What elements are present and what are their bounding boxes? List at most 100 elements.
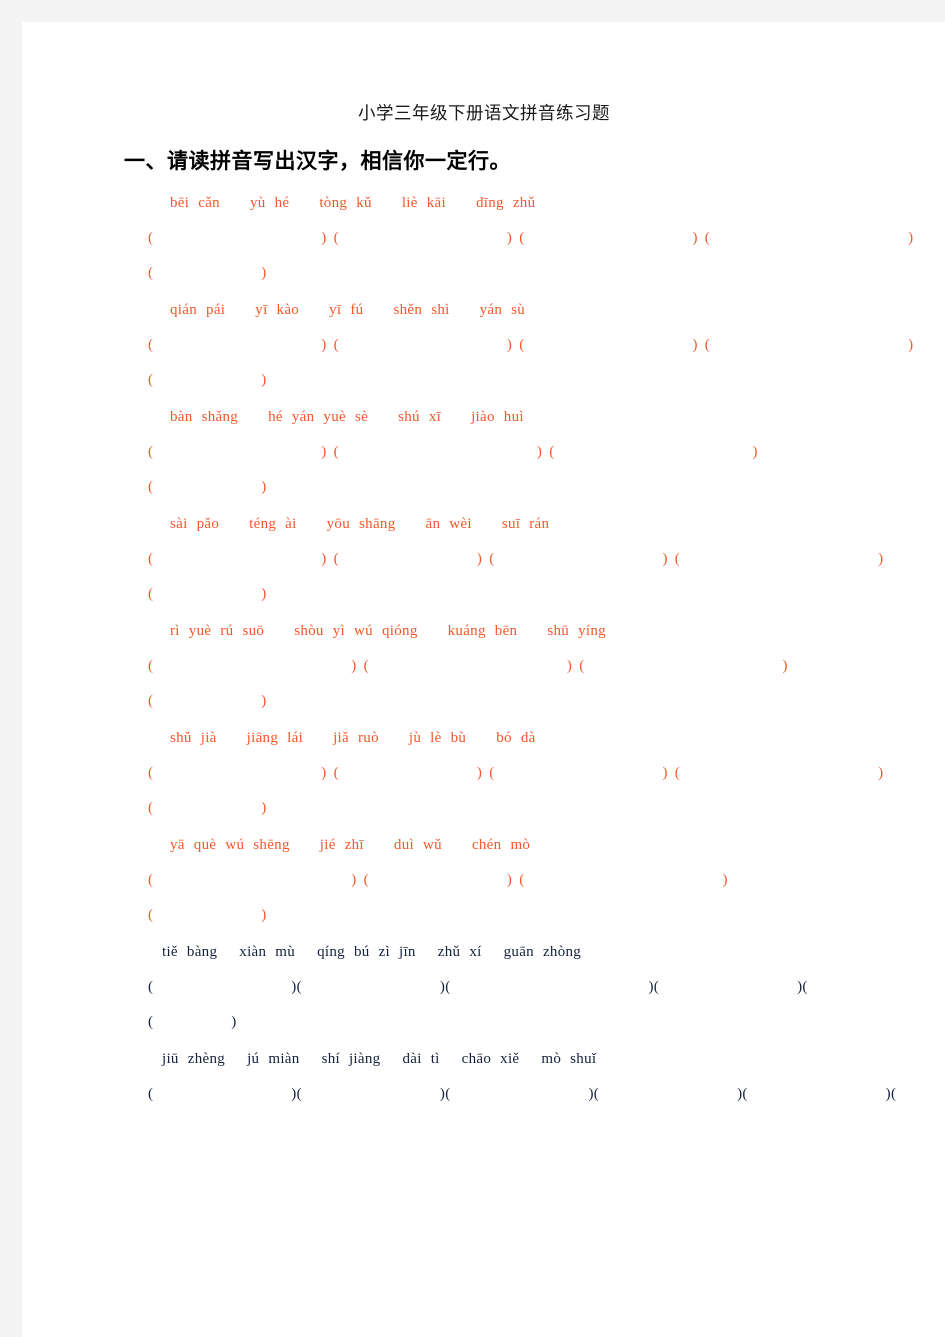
answer-blank[interactable]: () [148, 756, 327, 791]
bracket-close: ) [321, 444, 327, 460]
answer-blank[interactable]: () [148, 649, 357, 684]
bracket-open: ( [148, 586, 154, 602]
answer-blank[interactable]: () [148, 1077, 297, 1112]
answer-blank[interactable]: () [148, 1005, 237, 1040]
answer-blank[interactable]: () [334, 328, 513, 363]
answer-blank[interactable]: () [489, 542, 668, 577]
answer-row: ()()()()()() [148, 1077, 896, 1112]
answer-blank[interactable]: () [148, 577, 267, 612]
pinyin-word: ān wèi [426, 507, 472, 542]
pinyin-syllable: shí [321, 1051, 340, 1067]
answer-blank[interactable]: () [334, 756, 483, 791]
answer-blank[interactable]: () [334, 435, 543, 470]
pinyin-syllable: tòng [319, 195, 348, 211]
pinyin-word: jiào huì [471, 400, 524, 435]
pinyin-syllable: sè [354, 409, 369, 425]
bracket-close: ) [476, 551, 483, 567]
pinyin-syllable: sù [511, 302, 526, 318]
answer-blank[interactable]: () [148, 256, 267, 291]
answer-row: () [148, 577, 820, 612]
answer-blank[interactable]: () [148, 898, 267, 933]
pinyin-syllable: wú [354, 623, 373, 639]
answer-blank[interactable]: () [334, 221, 513, 256]
answer-blank[interactable]: () [675, 756, 884, 791]
section-heading: 一、请读拼音写出汉字，相信你一定行。 [124, 149, 511, 173]
bracket-close: ) [261, 800, 267, 816]
bracket-close: ) [506, 337, 513, 353]
bracket-open: ( [890, 1086, 897, 1102]
answer-row: () [148, 898, 820, 933]
bracket-close: ) [261, 372, 267, 388]
answer-blank[interactable]: () [705, 328, 914, 363]
answer-blank[interactable]: () [364, 649, 573, 684]
answer-blank[interactable]: () [148, 970, 297, 1005]
answer-blank[interactable]: () [148, 435, 327, 470]
bracket-close: ) [261, 479, 267, 495]
bracket-open: ( [445, 979, 451, 995]
pinyin-syllable: kǔ [356, 195, 372, 211]
pinyin-syllable: yuè [323, 409, 346, 425]
bracket-open: ( [148, 372, 154, 388]
answer-blank[interactable]: () [654, 970, 803, 1005]
pinyin-syllable: shòu [294, 623, 324, 639]
pinyin-word: zhǔ xí [438, 935, 482, 970]
answer-blank[interactable]: () [675, 542, 884, 577]
pinyin-row: yā què wú shēng jié zhī duì wǔ chén mò [148, 828, 820, 863]
answer-blank[interactable]: () [148, 328, 327, 363]
answer-blank[interactable]: () [489, 756, 668, 791]
pinyin-syllable: jú [247, 1051, 260, 1067]
bracket-open: ( [148, 693, 154, 709]
answer-blank[interactable]: () [148, 470, 267, 505]
answer-row: ()()()() [148, 756, 883, 791]
pinyin-word: téng ài [249, 507, 296, 542]
answer-blank[interactable]: () [519, 863, 728, 898]
pinyin-syllable: què [193, 837, 217, 853]
answer-blank[interactable]: () [297, 1077, 446, 1112]
pinyin-syllable: qián [170, 302, 198, 318]
pinyin-syllable: liè [401, 195, 418, 211]
answer-blank[interactable]: () [148, 863, 357, 898]
answer-blank[interactable]: () [519, 221, 698, 256]
answer-blank[interactable]: () [148, 363, 267, 398]
answer-blank[interactable]: () [549, 435, 758, 470]
bracket-open: ( [148, 872, 154, 888]
answer-blank[interactable]: () [742, 1077, 891, 1112]
pinyin-word: chén mò [472, 828, 530, 863]
answer-blank[interactable]: () [802, 970, 945, 1005]
bracket-close: ) [908, 337, 914, 353]
pinyin-word: shí jiàng [322, 1042, 381, 1077]
answer-blank[interactable]: () [148, 791, 267, 826]
answer-blank[interactable]: () [148, 221, 327, 256]
answer-blank[interactable]: () [891, 1077, 945, 1112]
page-gutter-top [0, 0, 945, 22]
pinyin-syllable: bàn [170, 409, 193, 425]
answer-row: ()()() [148, 649, 820, 684]
pinyin-syllable: bàng [186, 944, 218, 960]
pinyin-syllable: zhī [344, 837, 364, 853]
pinyin-word: jù lè bù [409, 721, 466, 756]
pinyin-syllable: shì [431, 302, 450, 318]
pinyin-word: liè kāi [402, 186, 446, 221]
pinyin-word: kuáng bēn [448, 614, 518, 649]
answer-blank[interactable]: () [148, 542, 327, 577]
bracket-close: ) [662, 551, 668, 567]
bracket-close: ) [351, 872, 357, 888]
answer-blank[interactable]: () [579, 649, 788, 684]
answer-blank[interactable]: () [705, 221, 914, 256]
pinyin-syllable: qióng [381, 623, 418, 639]
bracket-open: ( [704, 337, 711, 353]
pinyin-syllable: yī [329, 302, 342, 318]
answer-blank[interactable]: () [364, 863, 513, 898]
bracket-open: ( [519, 872, 525, 888]
answer-blank[interactable]: () [445, 1077, 594, 1112]
answer-blank[interactable]: () [445, 970, 654, 1005]
answer-blank[interactable]: () [519, 328, 698, 363]
answer-blank[interactable]: () [594, 1077, 743, 1112]
answer-row: ()()()() [148, 221, 913, 256]
bracket-close: ) [506, 230, 513, 246]
exercise-group: bàn shǎng hé yán yuè sè shú xī jiào huì()()()() [148, 400, 820, 505]
answer-blank[interactable]: () [148, 684, 267, 719]
answer-blank[interactable]: () [334, 542, 483, 577]
answer-blank[interactable]: () [297, 970, 446, 1005]
pinyin-syllable: yán [291, 409, 315, 425]
